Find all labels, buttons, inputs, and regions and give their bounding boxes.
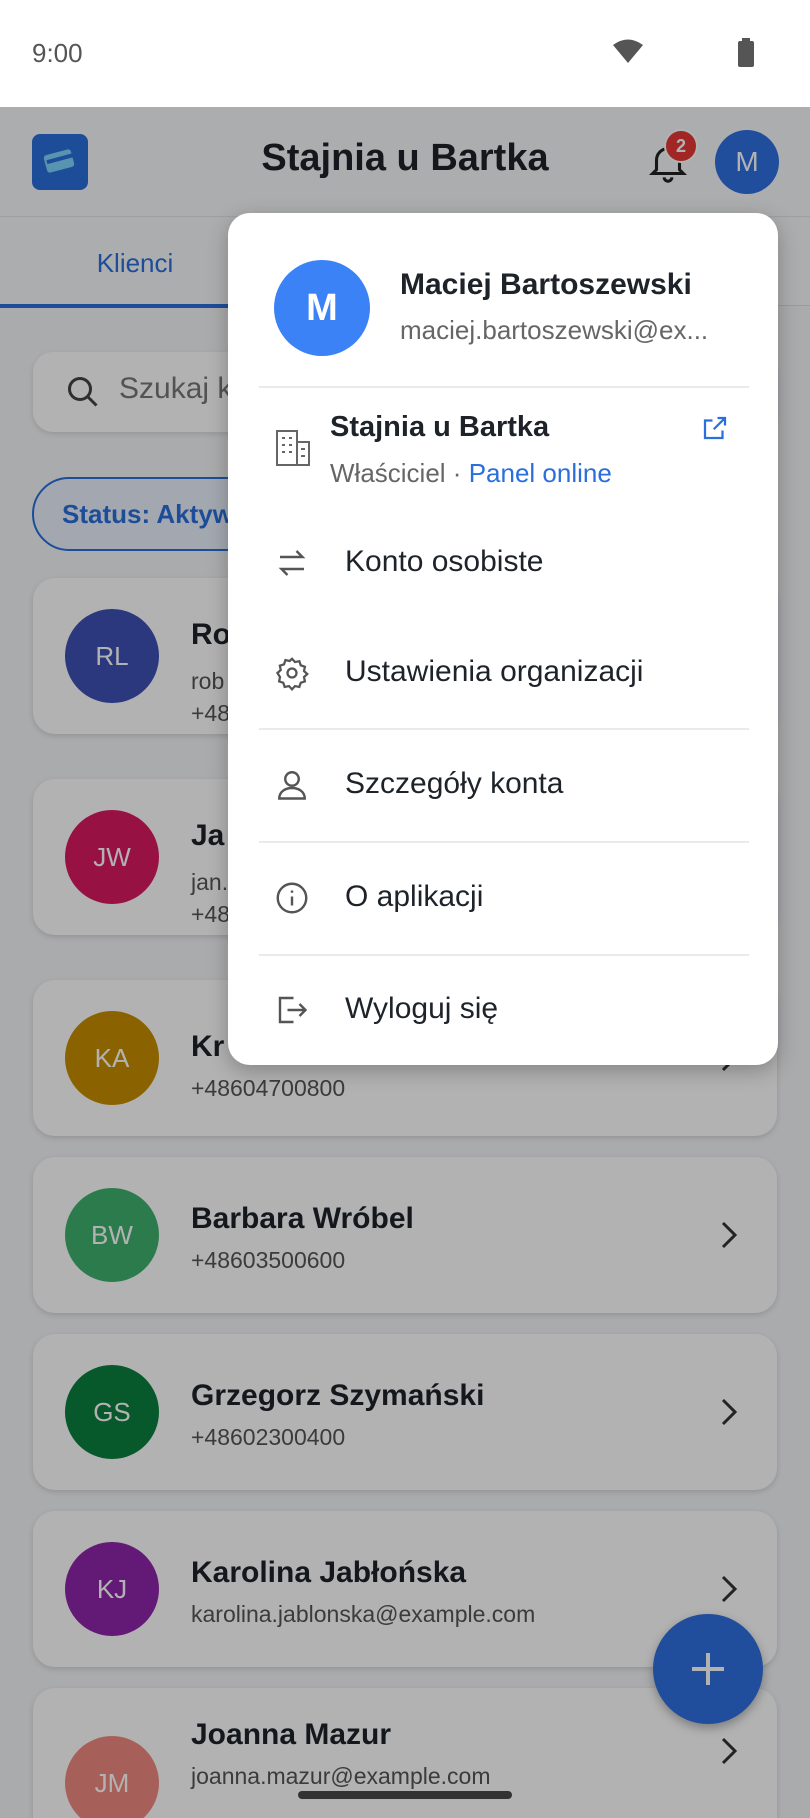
wifi-icon (612, 38, 644, 69)
menu-item-label: Konto osobiste (345, 545, 544, 578)
org-role: Właściciel (330, 458, 446, 488)
menu-item-label: Wyloguj się (345, 992, 499, 1025)
menu-item-about[interactable]: O aplikacji (228, 858, 778, 938)
org-separator: · (445, 458, 469, 488)
home-indicator (298, 1791, 512, 1799)
org-name: Stajnia u Bartka (330, 411, 550, 443)
battery-icon (736, 38, 756, 73)
gear-icon (274, 655, 310, 696)
logout-icon (274, 992, 310, 1033)
swap-icon (274, 545, 310, 586)
menu-item-label: Ustawienia organizacji (345, 655, 644, 688)
person-icon (274, 767, 310, 808)
status-time: 9:00 (32, 38, 83, 68)
menu-user-avatar: M (274, 260, 370, 356)
menu-item-account-details[interactable]: Szczegóły konta (228, 745, 778, 825)
divider (259, 954, 749, 956)
menu-item-personal-account[interactable]: Konto osobiste (228, 523, 778, 603)
menu-item-org-settings[interactable]: Ustawienia organizacji (228, 633, 778, 713)
menu-user-email: maciej.bartoszewski@ex... (400, 315, 709, 345)
panel-online-link[interactable]: Panel online (469, 458, 612, 488)
menu-item-logout[interactable]: Wyloguj się (228, 970, 778, 1050)
divider (259, 386, 749, 388)
status-bar: 9:00 (0, 0, 810, 107)
external-link-icon[interactable] (700, 413, 730, 448)
account-menu: M Maciej Bartoszewski maciej.bartoszewsk… (228, 213, 778, 1065)
menu-user-name: Maciej Bartoszewski (400, 268, 692, 301)
divider (259, 728, 749, 730)
divider (259, 841, 749, 843)
info-icon (274, 880, 310, 921)
menu-item-label: O aplikacji (345, 880, 484, 913)
org-role-line: Właściciel · Panel online (330, 458, 612, 489)
menu-item-label: Szczegóły konta (345, 767, 564, 800)
building-icon (274, 428, 312, 473)
